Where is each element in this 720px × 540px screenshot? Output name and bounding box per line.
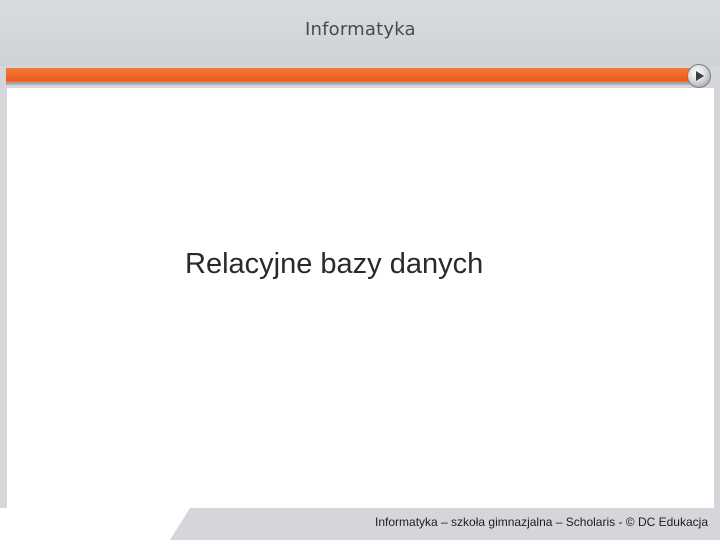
header-title: Informatyka — [305, 19, 416, 40]
play-arrow-icon — [696, 71, 704, 81]
next-slide-button[interactable] — [687, 64, 711, 88]
slide-title: Relacyjne bazy danych — [185, 248, 484, 280]
accent-bar — [6, 68, 696, 81]
slide-content-area — [7, 88, 714, 508]
footer-text: Informatyka – szkoła gimnazjalna – Schol… — [375, 515, 708, 529]
footer-left-area — [0, 508, 170, 540]
divider-line — [6, 81, 696, 85]
slide-header: Informatyka — [0, 0, 720, 66]
footer-wedge — [170, 508, 190, 540]
presentation-slide: Informatyka Relacyjne bazy danych Inform… — [0, 0, 720, 540]
